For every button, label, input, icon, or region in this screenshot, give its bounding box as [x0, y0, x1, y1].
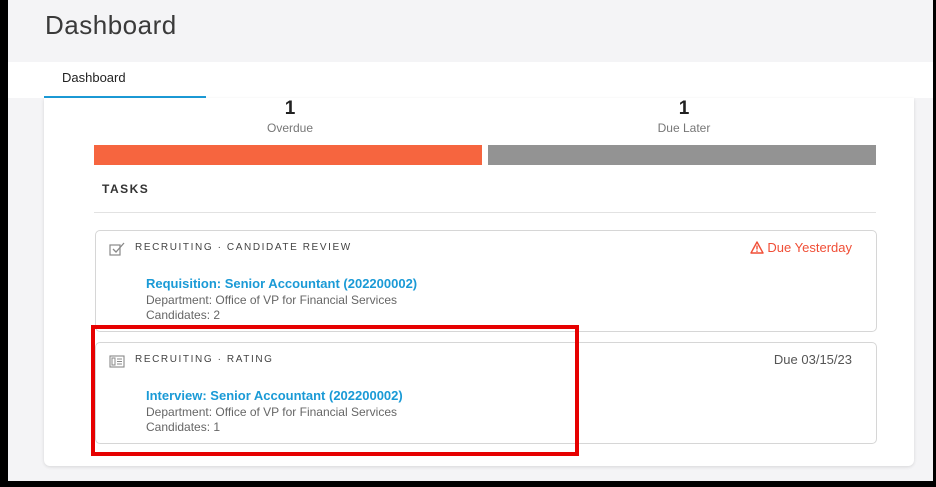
app-frame: Dashboard Dashboard 1 Overdue 1 Due Late…	[8, 0, 933, 481]
due-later-label: Due Later	[657, 121, 711, 135]
task-title-link[interactable]: Requisition: Senior Accountant (20220000…	[146, 276, 417, 291]
overdue-count: 1	[284, 98, 296, 119]
checkbox-icon	[109, 242, 125, 256]
task-card[interactable]: RECRUITING · CANDIDATE REVIEW Due Yester…	[95, 230, 877, 332]
divider	[94, 212, 876, 213]
task-due: Due Yesterday	[750, 240, 852, 257]
tab-bar: Dashboard	[8, 62, 933, 99]
highlight-box	[91, 325, 579, 456]
overdue-stat[interactable]: 1 Overdue	[190, 98, 390, 135]
overdue-label: Overdue	[266, 121, 314, 135]
due-later-bar[interactable]	[488, 145, 876, 165]
overdue-bar[interactable]	[94, 145, 482, 165]
task-candidates: Candidates: 2	[146, 308, 221, 322]
warning-icon	[750, 241, 765, 257]
task-due-text: Due Yesterday	[767, 240, 852, 255]
task-category: RECRUITING · CANDIDATE REVIEW	[135, 242, 352, 253]
tasks-heading: TASKS	[102, 182, 150, 196]
due-later-count: 1	[678, 98, 690, 119]
task-due-text: Due 03/15/23	[773, 352, 852, 367]
due-later-stat[interactable]: 1 Due Later	[584, 98, 784, 135]
task-department: Department: Office of VP for Financial S…	[146, 293, 397, 307]
tab-label: Dashboard	[62, 70, 126, 85]
tab-dashboard[interactable]: Dashboard	[44, 62, 206, 99]
page-title: Dashboard	[45, 10, 177, 40]
